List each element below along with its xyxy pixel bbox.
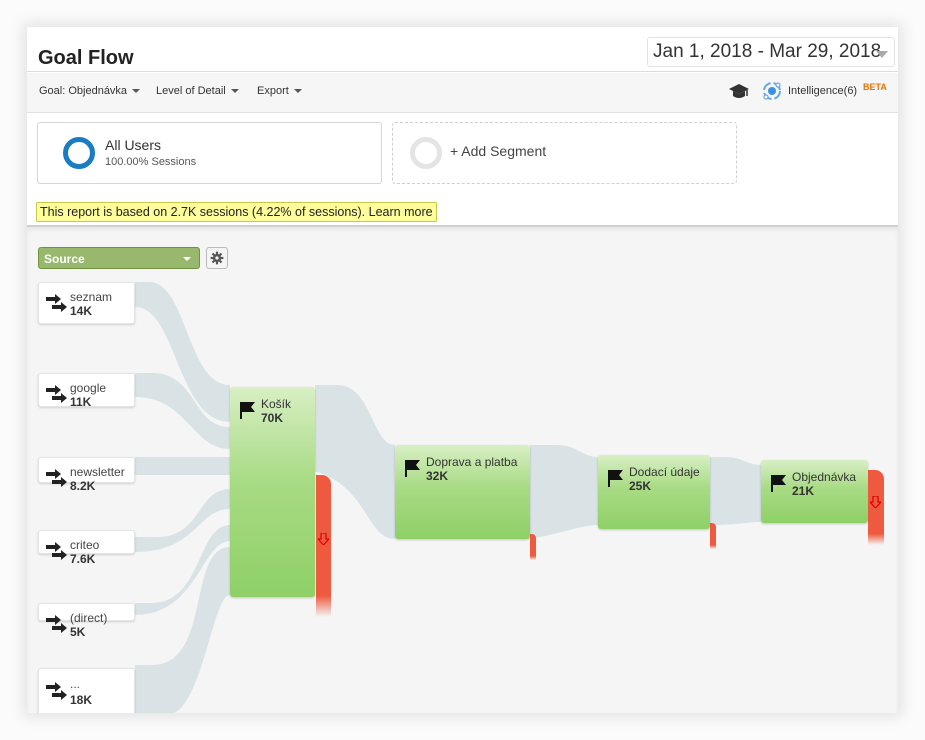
goal-step-value: 32K [426, 469, 449, 483]
source-name: newsletter [70, 465, 125, 479]
exit-bar-kosik[interactable] [316, 475, 331, 617]
flow-canvas: Source seznam 14K google 11K newsletter … [27, 225, 898, 713]
flow-other [135, 547, 230, 713]
goal-dropdown[interactable]: Goal: Objednávka [39, 85, 141, 97]
settings-button[interactable] [206, 247, 228, 269]
chevron-down-icon [230, 89, 239, 94]
segment-all-users[interactable]: All Users 100.00% Sessions [37, 122, 382, 184]
export-dropdown[interactable]: Export [257, 85, 302, 97]
source-dimension-label: Source [44, 252, 85, 266]
source-node-google[interactable]: google 11K [38, 373, 135, 409]
source-arrows-icon [46, 469, 67, 487]
exit-arrow-icon [870, 496, 881, 508]
goal-step-name: Dodací údaje [629, 465, 700, 479]
source-arrows-icon [46, 615, 67, 633]
exit-arrow-icon [318, 533, 329, 545]
flag-icon [771, 475, 786, 492]
source-value: 5K [70, 625, 86, 639]
source-value: 11K [70, 395, 92, 409]
source-flows [135, 282, 230, 713]
goal-step-value: 21K [792, 484, 815, 498]
source-node-other[interactable]: ... 18K [38, 668, 135, 713]
goal-step-kosik[interactable]: Košík 70K [230, 387, 315, 597]
chevron-down-icon [293, 89, 302, 94]
source-name: (direct) [70, 611, 108, 625]
beta-badge: BETA [863, 82, 887, 92]
level-of-detail-dropdown[interactable]: Level of Detail [156, 85, 239, 97]
flag-icon [240, 402, 255, 419]
add-segment-label: + Add Segment [450, 143, 547, 159]
flag-icon [405, 460, 420, 477]
source-arrows-icon [46, 294, 67, 312]
exit-bar-doprava[interactable] [530, 534, 536, 560]
segment-name: All Users [105, 137, 162, 153]
source-value: 14K [70, 304, 93, 318]
empty-segment-ring-icon [410, 137, 442, 169]
exit-bar-objednavka[interactable] [868, 470, 884, 545]
gear-icon [210, 251, 224, 265]
goal-step-dodaci-udaje[interactable]: Dodací údaje 25K [598, 455, 710, 529]
sampling-notice: This report is based on 2.7K sessions (4… [36, 202, 437, 222]
goal-step-value: 25K [629, 479, 652, 493]
source-node-criteo[interactable]: criteo 7.6K [38, 530, 135, 566]
goal-step-name: Objednávka [792, 470, 857, 484]
intelligence-button[interactable]: Intelligence(6) [788, 85, 857, 97]
export-label: Export [257, 85, 289, 97]
source-name: criteo [70, 538, 100, 552]
flag-icon [608, 470, 623, 487]
exit-bar-dodaci[interactable] [710, 523, 716, 549]
goal-step-objednavka[interactable]: Objednávka 21K [761, 460, 868, 523]
intelligence-icon[interactable] [762, 81, 782, 101]
source-dimension-dropdown[interactable]: Source [38, 247, 200, 269]
goal-step-value: 70K [261, 411, 284, 425]
flow-dodaci-to-objednavka [710, 457, 761, 525]
segment-ring-icon [63, 137, 95, 169]
source-value: 7.6K [70, 552, 96, 566]
goal-step-name: Doprava a platba [426, 455, 518, 469]
report-toolbar: Goal: Objednávka Level of Detail Export … [27, 73, 898, 113]
source-node-newsletter[interactable]: newsletter 8.2K [38, 457, 135, 493]
source-name: google [70, 381, 107, 395]
goal-flow-report: Goal Flow Jan 1, 2018 - Mar 29, 2018 Goa… [27, 27, 898, 713]
source-name: ... [70, 677, 81, 691]
source-value: 8.2K [70, 479, 96, 493]
source-arrows-icon [46, 542, 67, 560]
add-segment-button[interactable]: + Add Segment [392, 122, 737, 184]
date-range-picker[interactable]: Jan 1, 2018 - Mar 29, 2018 [647, 37, 895, 67]
page-title: Goal Flow [38, 47, 134, 69]
chevron-down-icon [183, 257, 191, 261]
flow-newsletter [135, 457, 230, 475]
source-arrows-icon [46, 682, 67, 700]
goal-dropdown-label: Goal: Objednávka [39, 85, 128, 97]
segment-sessions: 100.00% Sessions [105, 156, 197, 168]
date-range-label: Jan 1, 2018 - Mar 29, 2018 [653, 41, 882, 62]
goal-step-doprava-a-platba[interactable]: Doprava a platba 32K [395, 445, 530, 539]
source-node-seznam[interactable]: seznam 14K [38, 282, 135, 324]
chevron-down-icon [876, 51, 888, 58]
source-value: 18K [70, 693, 93, 707]
source-name: seznam [70, 290, 113, 304]
chevron-down-icon [132, 89, 141, 94]
report-header: Goal Flow Jan 1, 2018 - Mar 29, 2018 [27, 27, 898, 72]
level-of-detail-label: Level of Detail [156, 85, 226, 97]
source-node-direct[interactable]: (direct) 5K [38, 603, 135, 639]
source-arrows-icon [46, 385, 67, 403]
graduation-cap-icon[interactable] [728, 83, 750, 101]
flow-doprava-to-dodaci [530, 445, 598, 539]
learn-more-link[interactable]: Learn more [369, 205, 433, 219]
goal-step-name: Košík [261, 397, 292, 411]
sampling-notice-text: This report is based on 2.7K sessions (4… [40, 205, 369, 219]
